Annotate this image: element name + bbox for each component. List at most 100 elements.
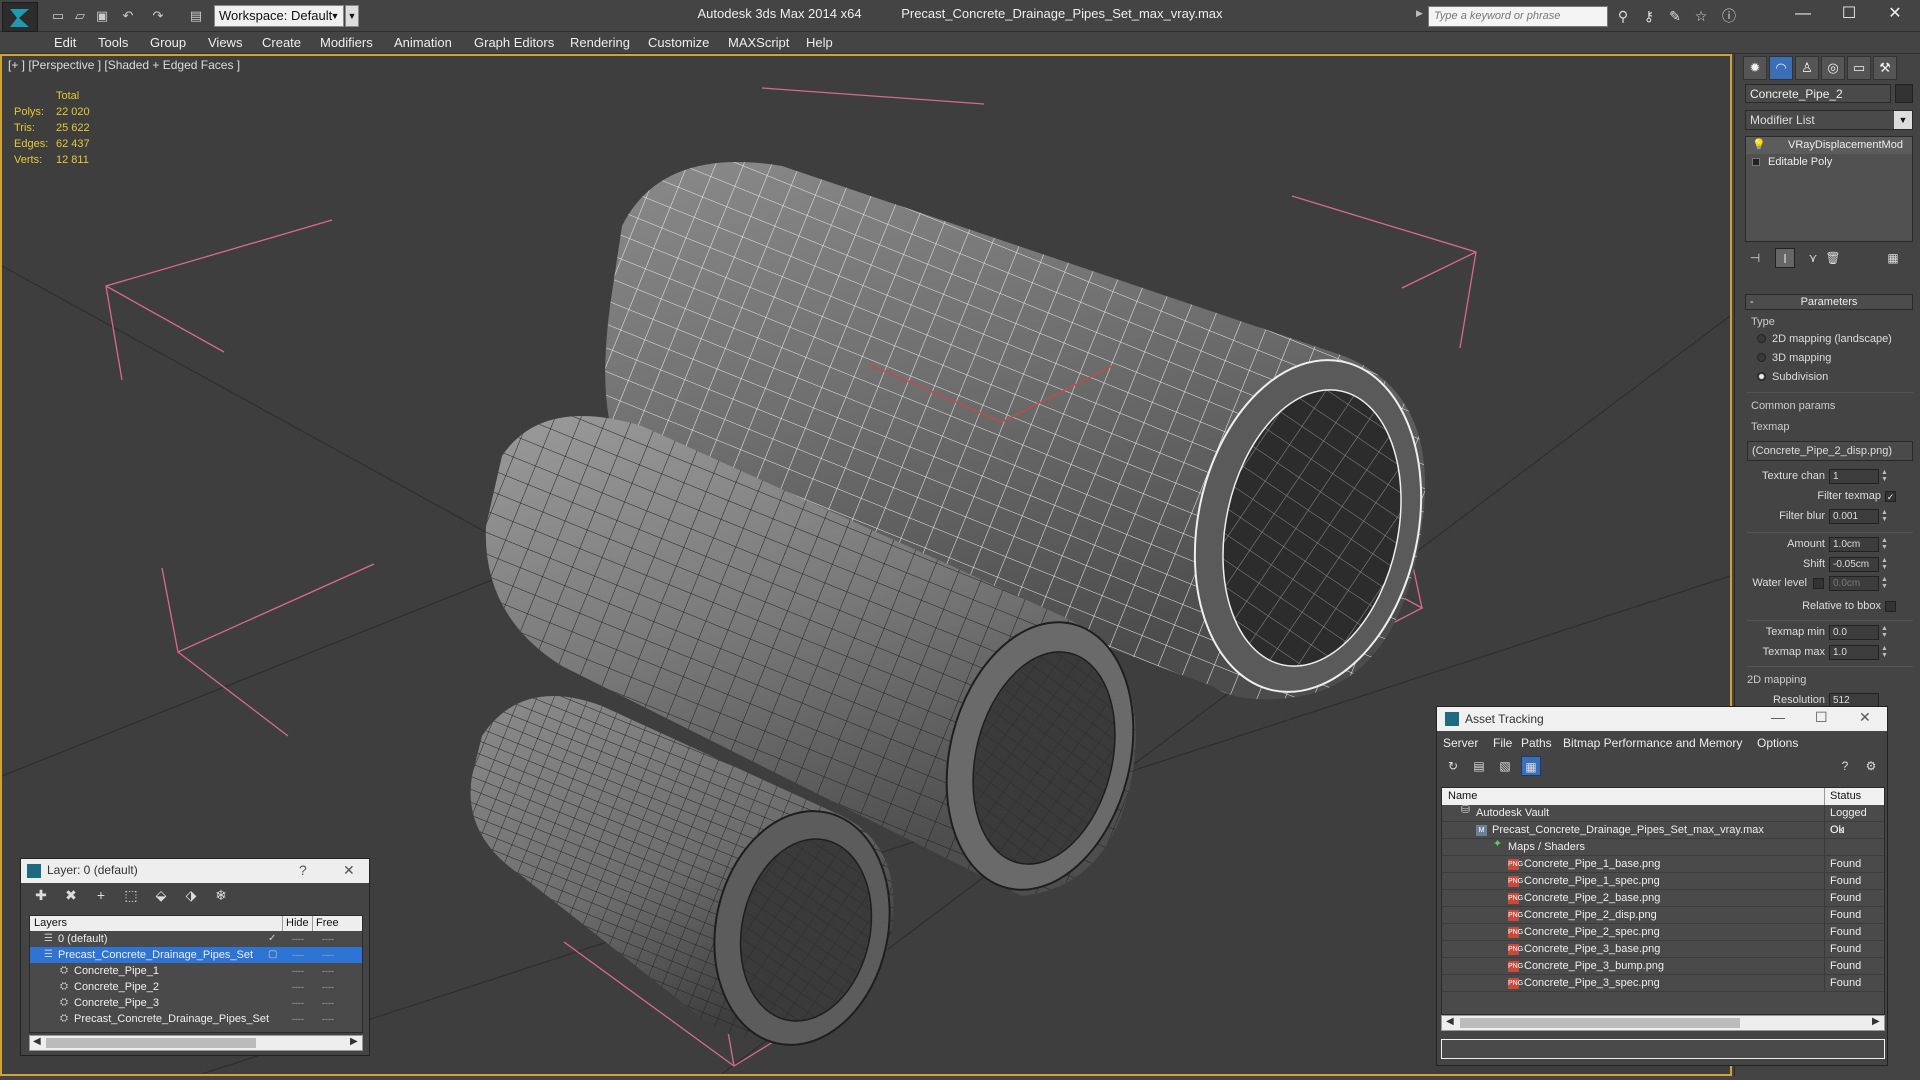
project-folder-icon[interactable]: ▤ [186,6,206,26]
col-status[interactable]: Status [1830,790,1861,802]
close-icon[interactable]: ✕ [1859,709,1871,726]
spinner-arrows-icon[interactable]: ▲ ▼ [1880,625,1889,640]
communication-icon[interactable]: ✎ [1664,6,1686,26]
asset-menu-bitmap-performance[interactable]: Bitmap Performance and Memory [1563,736,1742,750]
set-current-layer-icon[interactable]: ▢ [268,947,277,963]
add-to-layer-icon[interactable]: + [91,885,111,905]
layer-dialog-titlebar[interactable]: Layer: 0 (default) ? ✕ [21,859,369,883]
scroll-thumb[interactable] [1460,1018,1740,1028]
select-layer-objects-icon[interactable]: ⬚ [121,885,141,905]
col-freeze[interactable]: Free [316,917,339,929]
help-icon[interactable]: ? [299,862,307,878]
asset-row[interactable]: PNG Concrete_Pipe_2_disp.png Found [1442,907,1884,924]
open-file-icon[interactable]: ▱ [70,6,90,26]
hide-toggle[interactable]: ---- [292,931,304,947]
undo-icon[interactable]: ↶ [118,6,138,26]
remove-modifier-icon[interactable]: 🗑 [1823,248,1843,268]
scroll-right-icon[interactable]: ▶ [350,1036,358,1047]
minimize-icon[interactable]: — [1771,709,1785,725]
close-icon[interactable]: ✕ [343,862,355,879]
maximize-button[interactable]: ☐ [1826,0,1872,30]
hide-toggle[interactable]: ---- [292,1011,304,1027]
pin-stack-icon[interactable]: ⊣ [1745,248,1765,268]
delete-layer-icon[interactable]: ✖ [61,885,81,905]
radio-2d-mapping[interactable]: 2D mapping (landscape) [1757,333,1892,345]
layer-row[interactable]: ⛭ Precast_Concrete_Drainage_Pipes_Set ----… [30,1011,362,1027]
freeze-toggle[interactable]: ---- [322,947,334,963]
texmap-button[interactable]: (Concrete_Pipe_2_disp.png) [1747,441,1913,461]
asset-menu-server[interactable]: Server [1443,736,1478,750]
asset-row[interactable]: PNG Concrete_Pipe_2_spec.png Found [1442,924,1884,941]
menu-graph-editors[interactable]: Graph Editors [474,35,554,50]
viewport-label[interactable]: [+ ] [Perspective ] [Shaded + Edged Face… [8,58,240,72]
thumbnail-view-icon[interactable]: ▧ [1495,756,1515,776]
show-end-result-icon[interactable]: Ⅰ [1775,248,1795,268]
hide-toggle[interactable]: ---- [292,947,304,963]
modify-tab-icon[interactable]: ◠ [1769,56,1793,80]
close-button[interactable]: ✕ [1872,0,1918,30]
scroll-left-icon[interactable]: ◀ [33,1036,41,1047]
maximize-icon[interactable]: ☐ [1815,709,1828,726]
radio-subdivision[interactable]: Subdivision [1757,371,1828,383]
refresh-icon[interactable]: ↻ [1443,756,1463,776]
expand-box-icon[interactable] [1752,158,1760,166]
menu-edit[interactable]: Edit [54,35,76,50]
freeze-toggle[interactable]: ---- [322,963,334,979]
hide-all-layers-icon[interactable]: ⬗ [181,885,201,905]
hide-toggle[interactable]: ---- [292,979,304,995]
favorites-star-icon[interactable]: ☆ [1690,6,1712,26]
menu-tools[interactable]: Tools [98,35,128,50]
freeze-toggle[interactable]: ---- [322,979,334,995]
amount-spinner[interactable]: 1.0cm [1829,537,1879,552]
filter-blur-spinner[interactable]: 0.001 [1829,509,1879,524]
column-divider[interactable] [282,916,283,931]
list-view-icon[interactable]: ▤ [1469,756,1489,776]
menu-views[interactable]: Views [208,35,242,50]
asset-menu-file[interactable]: File [1493,736,1512,750]
hierarchy-tab-icon[interactable]: ♙ [1795,56,1819,80]
lightbulb-icon[interactable]: 💡 [1752,137,1766,154]
configure-sets-icon[interactable]: ▦ [1883,248,1903,268]
menu-maxscript[interactable]: MAXScript [728,35,789,50]
search-input[interactable]: Type a keyword or phrase [1428,6,1608,27]
asset-row[interactable]: ⛁ Autodesk Vault Logged Ou [1442,805,1884,836]
parameters-rollout[interactable]: - Parameters [1745,294,1913,310]
menu-animation[interactable]: Animation [394,35,452,50]
relative-bbox-checkbox[interactable] [1885,601,1896,612]
spinner-arrows-icon[interactable]: ▲ ▼ [1880,645,1889,660]
menu-help[interactable]: Help [806,35,833,50]
redo-icon[interactable]: ↷ [148,6,168,26]
layer-row[interactable]: ☰ 0 (default) ✓ ---- ---- [30,931,362,947]
make-unique-icon[interactable]: ⋎ [1803,248,1823,268]
menu-group[interactable]: Group [150,35,186,50]
settings-icon[interactable]: ⚙ [1861,756,1881,776]
active-layer-check-icon[interactable]: ✓ [268,931,276,947]
asset-dialog-titlebar[interactable]: Asset Tracking — ☐ ✕ [1437,707,1887,731]
col-name[interactable]: Name [1448,790,1477,802]
motion-tab-icon[interactable]: ◎ [1821,56,1845,80]
asset-row[interactable]: ✦ Maps / Shaders [1442,839,1884,856]
scroll-left-icon[interactable]: ◀ [1446,1016,1454,1027]
menu-create[interactable]: Create [262,35,301,50]
col-hide[interactable]: Hide [286,917,309,929]
display-tab-icon[interactable]: ▭ [1847,56,1871,80]
spinner-arrows-icon[interactable]: ▲ ▼ [1880,576,1889,591]
spinner-arrows-icon[interactable]: ▲ ▼ [1880,509,1889,524]
spinner-arrows-icon[interactable]: ▲ ▼ [1880,469,1889,484]
column-divider[interactable] [312,916,313,931]
col-layers[interactable]: Layers [34,917,67,929]
save-file-icon[interactable]: ▣ [92,6,112,26]
shift-spinner[interactable]: -0.05cm [1829,557,1879,572]
layer-row[interactable]: ⛭ Concrete_Pipe_3 ---- ---- [30,995,362,1011]
freeze-toggle[interactable]: ---- [322,1011,334,1027]
texmap-max-spinner[interactable]: 1.0 [1829,645,1879,660]
layer-row[interactable]: ☰ Precast_Concrete_Drainage_Pipes_Set ▢ ---… [30,947,362,963]
freeze-toggle[interactable]: ---- [322,995,334,1011]
utilities-tab-icon[interactable]: ⚒ [1873,56,1897,80]
stack-item-editable-poly[interactable]: Editable Poly [1746,154,1912,171]
water-level-checkbox[interactable] [1813,578,1824,589]
asset-horizontal-scrollbar[interactable]: ◀ ▶ [1441,1015,1885,1031]
asset-row[interactable]: M Precast_Concrete_Drainage_Pipes_Set_max… [1442,822,1884,839]
new-file-icon[interactable]: ▭ [48,6,68,26]
radio-3d-mapping[interactable]: 3D mapping [1757,352,1831,364]
